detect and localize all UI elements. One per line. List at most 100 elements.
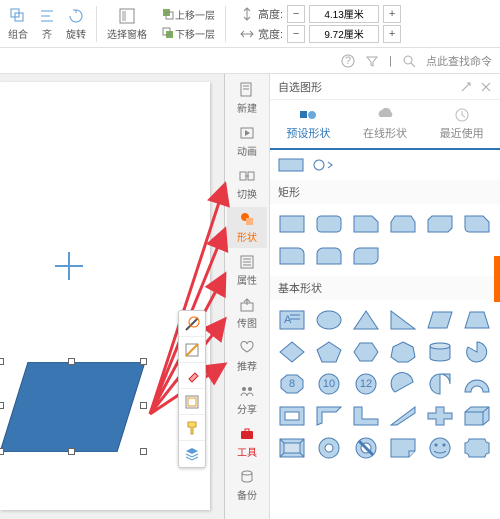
panel-title: 自选图形 bbox=[278, 79, 322, 95]
shape-bevel[interactable] bbox=[276, 434, 308, 462]
recent-loop-shape[interactable] bbox=[310, 156, 336, 174]
tab-label: 在线形状 bbox=[363, 125, 407, 141]
rotate-button[interactable]: 旋转 bbox=[62, 5, 90, 43]
sidebar-item-animation[interactable]: 动画 bbox=[227, 121, 267, 162]
sidebar-item-tools[interactable]: 工具 bbox=[227, 422, 267, 463]
shape-plus[interactable] bbox=[424, 402, 456, 430]
eraser-button[interactable] bbox=[179, 363, 205, 389]
layers-button[interactable] bbox=[179, 441, 205, 467]
search-placeholder[interactable]: 点此查找命令 bbox=[426, 53, 492, 69]
tab-recent[interactable]: 最近使用 bbox=[423, 100, 500, 148]
shape-hexagon[interactable] bbox=[350, 338, 382, 366]
shape-snip-same-side[interactable] bbox=[387, 210, 419, 238]
resize-handle[interactable] bbox=[140, 358, 147, 365]
separator bbox=[96, 6, 97, 42]
feedback-tab[interactable] bbox=[494, 256, 500, 302]
shape-right-triangle[interactable] bbox=[387, 306, 419, 334]
send-backward-button[interactable]: 下移一层 bbox=[157, 24, 219, 42]
shape-octagon[interactable]: 8 bbox=[276, 370, 308, 398]
width-input[interactable] bbox=[309, 25, 379, 43]
shape-snip-round[interactable] bbox=[461, 210, 493, 238]
sidebar-item-upload-image[interactable]: 传图 bbox=[227, 293, 267, 334]
sidebar-item-recommend[interactable]: 推荐 bbox=[227, 336, 267, 377]
height-increase-button[interactable]: + bbox=[383, 5, 401, 23]
resize-handle[interactable] bbox=[140, 448, 147, 455]
resize-handle[interactable] bbox=[68, 358, 75, 365]
shape-l-shape[interactable] bbox=[350, 402, 382, 430]
search-icon[interactable] bbox=[402, 54, 416, 68]
shape-rectangle[interactable] bbox=[276, 210, 308, 238]
shape-block-arc[interactable] bbox=[461, 370, 493, 398]
selection-pane-button[interactable]: 选择窗格 bbox=[103, 5, 151, 43]
resize-handle[interactable] bbox=[0, 358, 4, 365]
sidebar-item-label: 切换 bbox=[237, 186, 257, 201]
sidebar-item-transition[interactable]: 切换 bbox=[227, 164, 267, 205]
shape-oval[interactable] bbox=[313, 306, 345, 334]
sidebar-item-shapes[interactable]: 形状 bbox=[227, 207, 267, 248]
format-painter-button[interactable] bbox=[179, 415, 205, 441]
resize-handle[interactable] bbox=[0, 402, 4, 409]
shape-round-single-corner[interactable] bbox=[276, 242, 308, 270]
tab-preset-shapes[interactable]: 预设形状 bbox=[270, 100, 347, 148]
recent-rect-shape[interactable] bbox=[278, 156, 304, 174]
sidebar-item-label: 传图 bbox=[237, 315, 257, 330]
height-decrease-button[interactable]: − bbox=[287, 5, 305, 23]
dimension-controls: 高度: − + 宽度: − + bbox=[240, 5, 401, 43]
fill-gradient-button[interactable] bbox=[179, 337, 205, 363]
border-button[interactable] bbox=[179, 389, 205, 415]
sidebar-item-new[interactable]: 新建 bbox=[227, 78, 267, 119]
shape-text-box[interactable]: A bbox=[276, 306, 308, 334]
shape-cube[interactable] bbox=[461, 402, 493, 430]
help-icon[interactable]: ? bbox=[341, 54, 355, 68]
close-icon[interactable] bbox=[480, 81, 492, 93]
resize-handle[interactable] bbox=[68, 448, 75, 455]
width-decrease-button[interactable]: − bbox=[287, 25, 305, 43]
shape-diamond[interactable] bbox=[276, 338, 308, 366]
width-label: 宽度: bbox=[258, 26, 283, 42]
bring-forward-label: 上移一层 bbox=[175, 7, 215, 22]
shape-plaque[interactable] bbox=[461, 434, 493, 462]
shape-dodecagon[interactable]: 12 bbox=[350, 370, 382, 398]
shape-pentagon[interactable] bbox=[313, 338, 345, 366]
align-label: 齐 bbox=[42, 26, 52, 41]
shape-heptagon[interactable] bbox=[387, 338, 419, 366]
shape-half-frame[interactable] bbox=[313, 402, 345, 430]
tab-online-shapes[interactable]: 在线形状 bbox=[347, 100, 424, 148]
shape-triangle[interactable] bbox=[350, 306, 382, 334]
shape-pie[interactable] bbox=[461, 338, 493, 366]
line-style-button[interactable] bbox=[179, 311, 205, 337]
shape-frame[interactable] bbox=[276, 402, 308, 430]
shape-can[interactable] bbox=[424, 338, 456, 366]
height-label: 高度: bbox=[258, 6, 283, 22]
shape-folded-corner[interactable] bbox=[387, 434, 419, 462]
shape-trapezoid[interactable] bbox=[461, 306, 493, 334]
group-button[interactable]: 组合 bbox=[4, 5, 32, 43]
resize-handle[interactable] bbox=[0, 448, 4, 455]
sidebar-item-properties[interactable]: 属性 bbox=[227, 250, 267, 291]
sidebar-item-share[interactable]: 分享 bbox=[227, 379, 267, 420]
bring-forward-button[interactable]: 上移一层 bbox=[157, 5, 219, 23]
shape-parallelogram[interactable] bbox=[424, 306, 456, 334]
shape-decagon[interactable]: 10 bbox=[313, 370, 345, 398]
shape-chord[interactable] bbox=[387, 370, 419, 398]
shape-teardrop[interactable] bbox=[424, 370, 456, 398]
sidebar-item-label: 属性 bbox=[237, 272, 257, 287]
filter-icon[interactable] bbox=[365, 54, 379, 68]
height-input[interactable] bbox=[309, 5, 379, 23]
shape-round-diagonal[interactable] bbox=[350, 242, 382, 270]
shape-smiley[interactable] bbox=[424, 434, 456, 462]
resize-handle[interactable] bbox=[140, 402, 147, 409]
selected-trapezoid-shape[interactable] bbox=[0, 362, 145, 452]
shape-round-same-side[interactable] bbox=[313, 242, 345, 270]
shape-rounded-rectangle[interactable] bbox=[313, 210, 345, 238]
width-increase-button[interactable]: + bbox=[383, 25, 401, 43]
shape-snip-single-corner[interactable] bbox=[350, 210, 382, 238]
shape-donut[interactable] bbox=[313, 434, 345, 462]
expand-icon[interactable] bbox=[460, 81, 472, 93]
bring-forward-icon bbox=[161, 7, 175, 21]
shape-no-symbol[interactable] bbox=[350, 434, 382, 462]
shape-diagonal-stripe[interactable] bbox=[387, 402, 419, 430]
shape-snip-diagonal[interactable] bbox=[424, 210, 456, 238]
sidebar-item-backup[interactable]: 备份 bbox=[227, 465, 267, 506]
align-button[interactable]: 齐 bbox=[34, 5, 60, 43]
